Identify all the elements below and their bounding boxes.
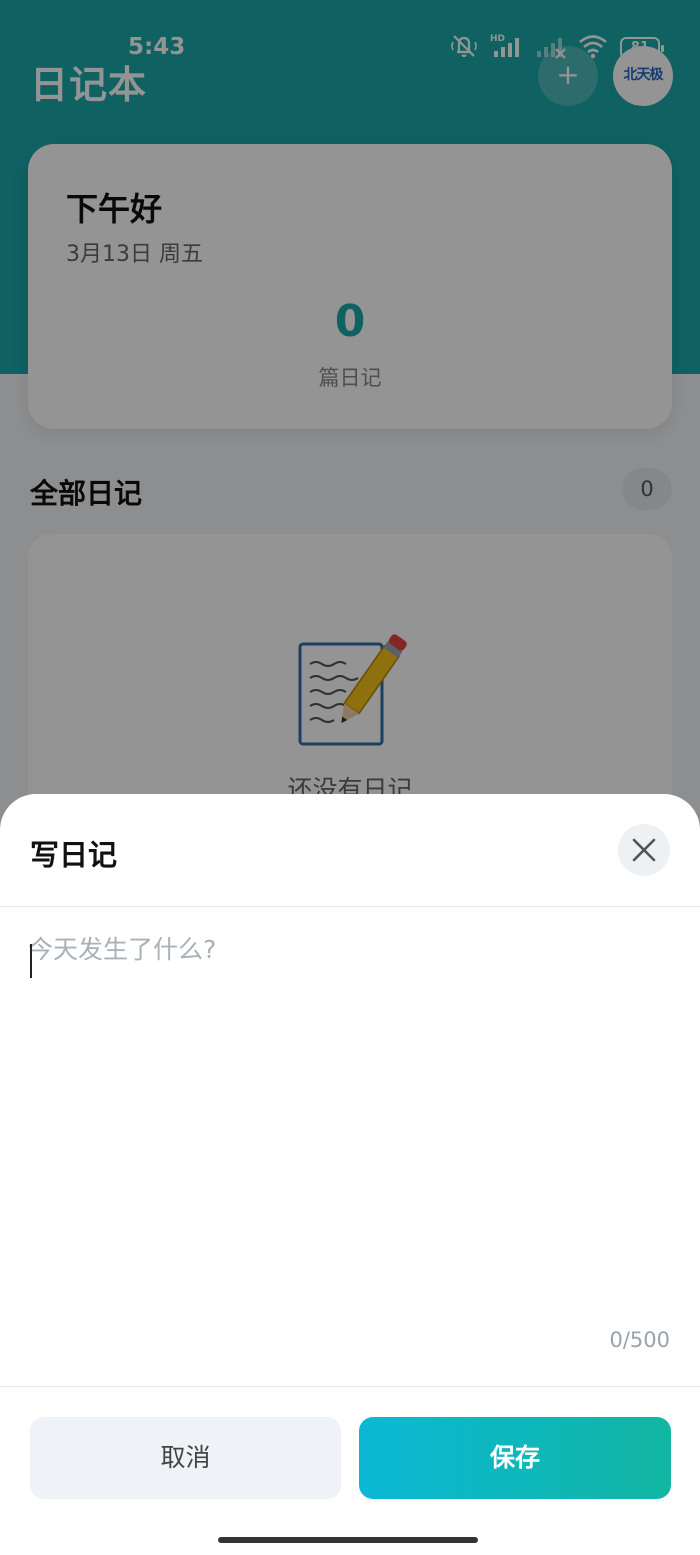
close-button[interactable]	[618, 824, 670, 876]
diary-text-input[interactable]	[28, 930, 672, 1330]
sheet-title: 写日记	[30, 838, 118, 872]
home-indicator[interactable]	[218, 1537, 478, 1543]
char-counter: 0/500	[609, 1328, 670, 1352]
footer-divider	[0, 1386, 700, 1387]
text-caret	[30, 944, 32, 978]
cancel-button[interactable]: 取消	[30, 1417, 341, 1499]
sheet-divider	[0, 906, 700, 907]
close-icon	[632, 838, 656, 862]
save-button[interactable]: 保存	[359, 1417, 671, 1499]
write-diary-sheet: 写日记 0/500 取消 保存	[0, 794, 700, 1555]
